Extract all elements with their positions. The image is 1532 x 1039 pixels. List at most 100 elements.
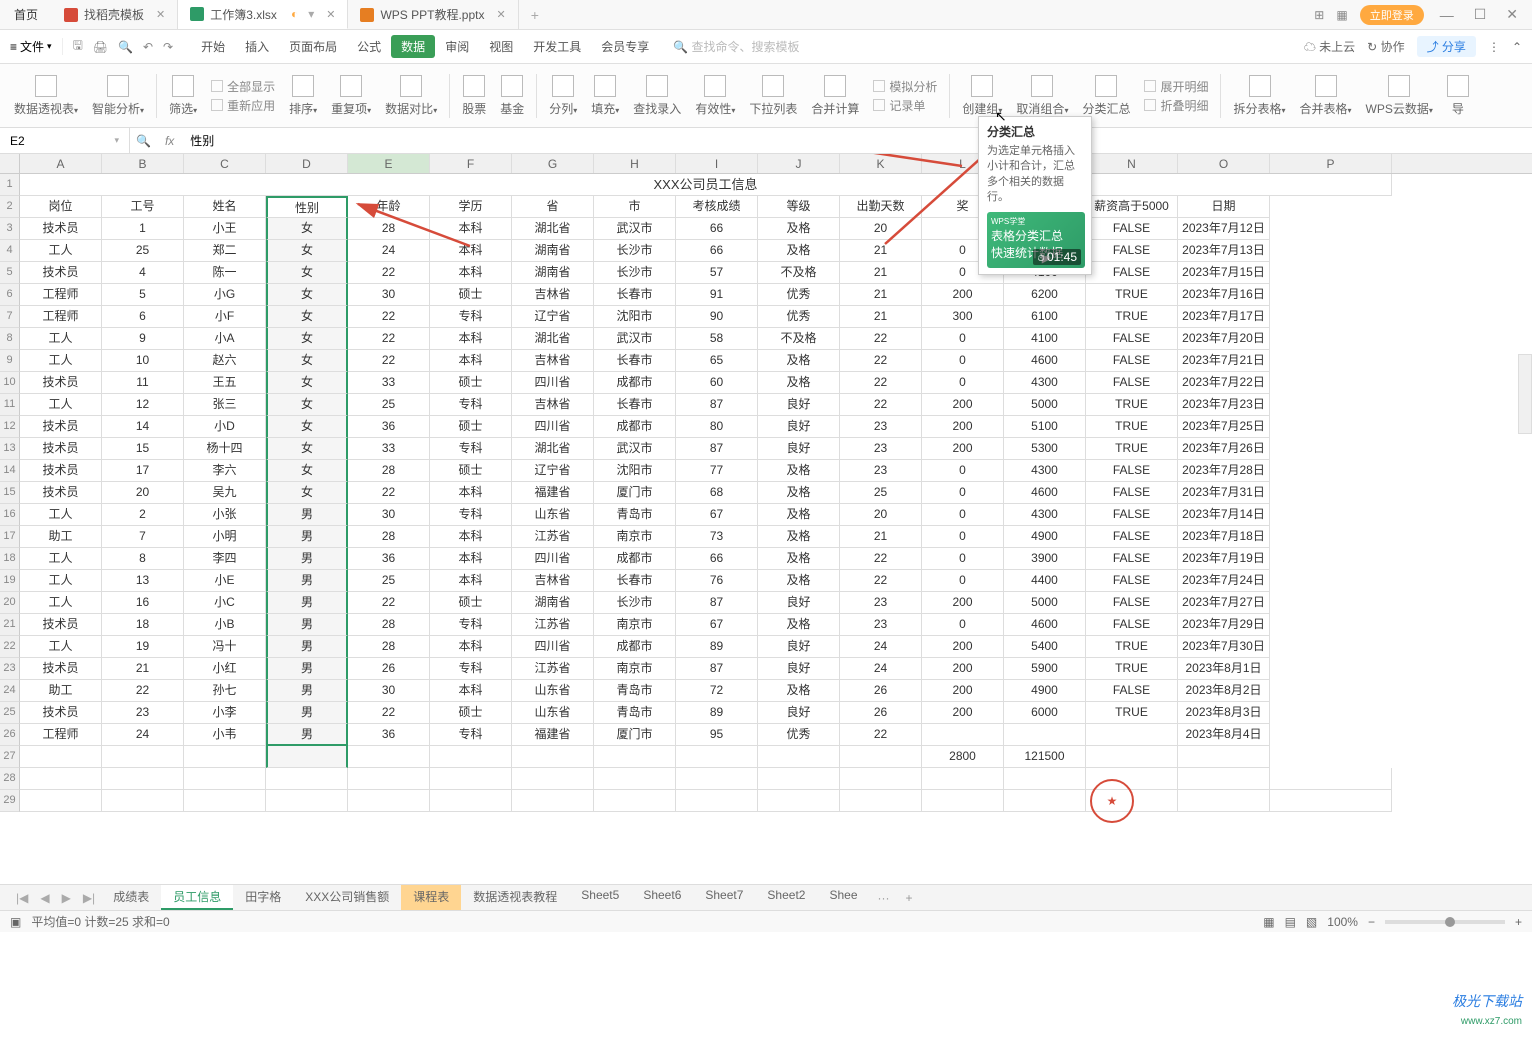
menu-开发工具[interactable]: 开发工具 (523, 35, 591, 58)
spreadsheet-grid[interactable]: ABCDEFGHIJKLMNOP 1XXX公司员工信息2岗位工号姓名性别年龄学历… (0, 154, 1532, 884)
fx-label[interactable]: fx (157, 134, 182, 148)
menu-页面布局[interactable]: 页面布局 (279, 35, 347, 58)
view-layout-icon[interactable]: ▤ (1285, 915, 1296, 929)
zoom-level[interactable]: 100% (1327, 915, 1358, 929)
tool-筛选[interactable]: 筛选▾ (163, 75, 203, 117)
tool-拆分表格[interactable]: 拆分表格▾ (1227, 75, 1291, 117)
collapse-ribbon-icon[interactable]: ⌃ (1512, 40, 1522, 54)
tool-智能分析[interactable]: 智能分析▾ (86, 75, 150, 117)
document-tab-2[interactable]: WPS PPT教程.pptx✕ (348, 0, 518, 29)
tab-home[interactable]: 首页 (0, 0, 52, 29)
tool-重复项[interactable]: 重复项▾ (325, 75, 377, 117)
tool-label: 基金 (500, 100, 524, 117)
formula-input[interactable]: 性别 (182, 132, 1532, 149)
new-tab-button[interactable]: + (519, 7, 551, 23)
menu-视图[interactable]: 视图 (479, 35, 523, 58)
maximize-button[interactable]: ☐ (1470, 6, 1491, 23)
zoom-slider[interactable] (1385, 920, 1505, 924)
tool-small-reapply[interactable]: 重新应用 (211, 97, 275, 114)
sheet-tab-Sheet2[interactable]: Sheet2 (755, 885, 817, 910)
edit-mode-icon[interactable]: ▣ (10, 915, 21, 929)
tool-导[interactable]: 导 (1441, 75, 1475, 117)
tool-WPS云数据[interactable]: WPS云数据▾ (1360, 75, 1439, 117)
sheet-tab-Sheet5[interactable]: Sheet5 (569, 885, 631, 910)
sheet-nav[interactable]: ▶| (77, 891, 101, 905)
sheet-tab-数据透视表教程[interactable]: 数据透视表教程 (461, 885, 569, 910)
search-fn-icon[interactable]: 🔍 (130, 134, 157, 148)
tool-合并表格[interactable]: 合并表格▾ (1294, 75, 1358, 117)
tile-icon[interactable]: ⊞ (1314, 8, 1324, 22)
file-menu[interactable]: ≡文件▾ (10, 38, 63, 55)
minimize-button[interactable]: — (1436, 7, 1458, 23)
sheet-nav[interactable]: ◀ (34, 891, 55, 905)
sheet-tab-田字格[interactable]: 田字格 (233, 885, 293, 910)
sheet-tab-XXX公司销售额[interactable]: XXX公司销售额 (293, 885, 401, 910)
document-tab-1[interactable]: 工作簿3.xlsx◐▾✕ (178, 0, 348, 29)
tool-取消组合[interactable]: 取消组合▾ (1010, 75, 1074, 117)
tab-close-icon[interactable]: ✕ (496, 8, 505, 21)
menu-开始[interactable]: 开始 (191, 35, 235, 58)
redo-icon[interactable]: ↷ (163, 40, 173, 54)
menu-数据[interactable]: 数据 (391, 35, 435, 58)
preview-icon[interactable]: 🔍 (118, 40, 133, 54)
tool-有效性[interactable]: 有效性▾ (689, 75, 741, 117)
tool-small-showAll[interactable]: 全部显示 (211, 78, 275, 95)
login-button[interactable]: 立即登录 (1360, 5, 1424, 25)
tooltip-title: 分类汇总 (987, 123, 1083, 140)
tooltip-video[interactable]: WPS学堂 表格分类汇总 快速统计数据 ▶ ⏱ 01:45 (987, 212, 1085, 268)
sheet-tab-Sheet6[interactable]: Sheet6 (631, 885, 693, 910)
tool-数据对比[interactable]: 数据对比▾ (379, 75, 443, 117)
name-box[interactable]: E2▾ (0, 128, 130, 153)
sheet-tab-课程表[interactable]: 课程表 (401, 885, 461, 910)
command-search[interactable]: 🔍 查找命令、搜索模板 (665, 38, 799, 55)
sheet-nav[interactable]: |◀ (10, 891, 34, 905)
print-icon[interactable]: 🖨 (93, 40, 108, 54)
more-icon[interactable]: ⋮ (1488, 40, 1500, 54)
sheet-tab-Sheet7[interactable]: Sheet7 (693, 885, 755, 910)
view-page-icon[interactable]: ▧ (1306, 915, 1317, 929)
tool-small-record[interactable]: 记录单 (873, 97, 937, 114)
tool-股票[interactable]: 股票 (456, 75, 492, 117)
menu-插入[interactable]: 插入 (235, 35, 279, 58)
tool-small-simAnalysis[interactable]: 模拟分析 (873, 78, 937, 95)
menu-审阅[interactable]: 审阅 (435, 35, 479, 58)
tool-分列[interactable]: 分列▾ (543, 75, 583, 117)
sheet-more[interactable]: ··· (870, 891, 898, 905)
menu-会员专享[interactable]: 会员专享 (591, 35, 659, 58)
tool-label: 查找录入 (633, 100, 681, 117)
view-normal-icon[interactable]: ▦ (1263, 915, 1274, 929)
menu-公式[interactable]: 公式 (347, 35, 391, 58)
zoom-in[interactable]: + (1515, 915, 1522, 929)
close-button[interactable]: ✕ (1502, 6, 1522, 23)
save-icon[interactable]: 🖫 (73, 36, 83, 57)
sheet-tab-员工信息[interactable]: 员工信息 (161, 885, 233, 910)
tool-数据透视表[interactable]: 数据透视表▾ (8, 75, 84, 117)
tool-下拉列表[interactable]: 下拉列表 (743, 75, 803, 117)
tool-icon (35, 75, 57, 97)
zoom-out[interactable]: − (1368, 915, 1375, 929)
tab-close-icon[interactable]: ✕ (326, 8, 335, 21)
add-sheet-button[interactable]: + (898, 891, 921, 905)
share-button[interactable]: ⤴ 分享 (1417, 36, 1476, 57)
undo-icon[interactable]: ↶ (143, 40, 153, 54)
tool-small-expandDetail[interactable]: 展开明细 (1144, 78, 1208, 95)
tool-排序[interactable]: 排序▾ (283, 75, 323, 117)
document-tab-0[interactable]: 找稻壳模板✕ (52, 0, 178, 29)
cloud-status[interactable]: ☁ 未上云 (1304, 38, 1355, 55)
tool-icon (1388, 75, 1410, 97)
grid-icon[interactable]: ▦ (1336, 8, 1347, 22)
tool-查找录入[interactable]: 查找录入 (627, 75, 687, 117)
sheet-tab-Shee[interactable]: Shee (817, 885, 869, 910)
sheet-tab-成绩表[interactable]: 成绩表 (101, 885, 161, 910)
video-duration: ⏱ 01:45 (1033, 249, 1081, 265)
tool-合并计算[interactable]: 合并计算 (805, 75, 865, 117)
tab-close-icon[interactable]: ✕ (156, 8, 165, 21)
tool-基金[interactable]: 基金 (494, 75, 530, 117)
coop-button[interactable]: ↻ 协作 (1367, 38, 1404, 55)
tool-small-collapseDetail[interactable]: 折叠明细 (1144, 97, 1208, 114)
tool-填充[interactable]: 填充▾ (585, 75, 625, 117)
tool-分类汇总[interactable]: 分类汇总 (1076, 75, 1136, 117)
tool-icon (400, 75, 422, 97)
sheet-nav[interactable]: ▶ (56, 891, 77, 905)
side-panel-handle[interactable] (1518, 354, 1532, 434)
